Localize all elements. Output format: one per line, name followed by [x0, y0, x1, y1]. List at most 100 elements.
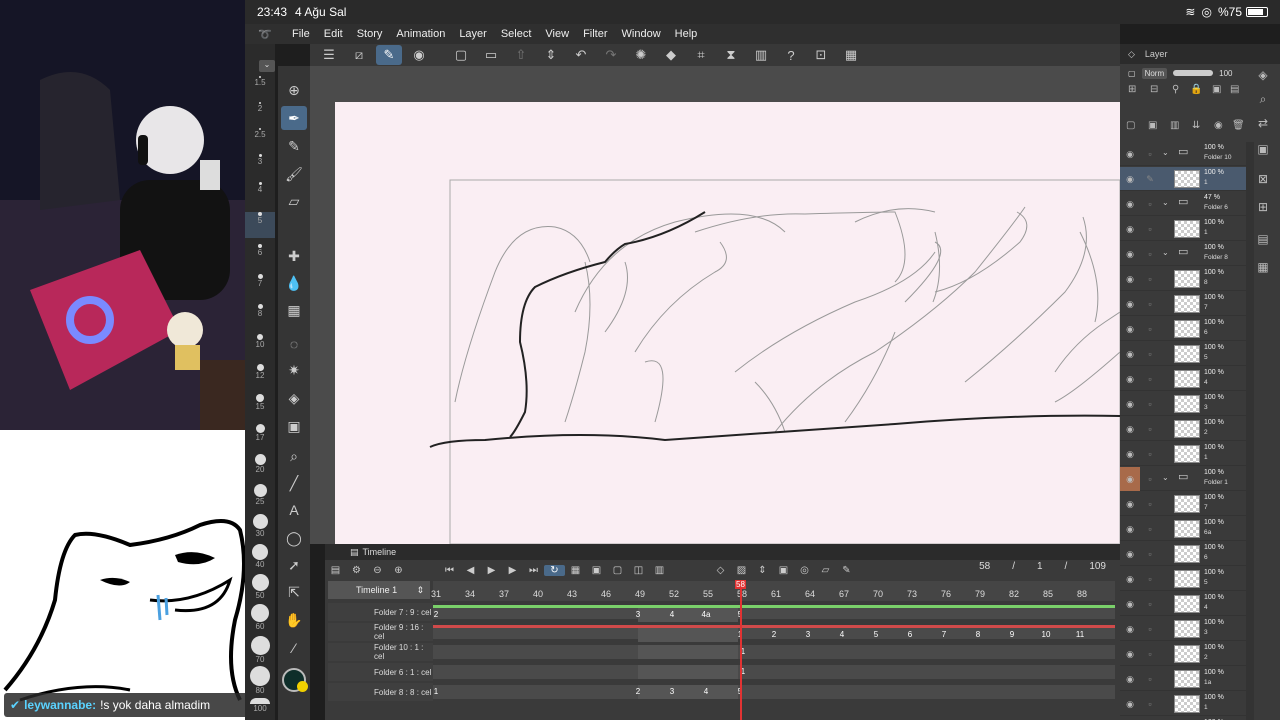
brush-size-50[interactable]: 50	[245, 574, 275, 600]
track-lane[interactable]: 1234567891011	[433, 625, 1115, 642]
lock-toggle-icon[interactable]: ▫	[1140, 542, 1160, 566]
lock-toggle-icon[interactable]: ▫	[1140, 192, 1160, 216]
cel-label[interactable]: 3	[806, 630, 810, 639]
menu-filter[interactable]: Filter	[576, 28, 614, 40]
eye-icon[interactable]: ◉	[1120, 217, 1140, 241]
color-icon[interactable]: ▤	[1230, 84, 1239, 95]
prev-frame-icon[interactable]: ◀	[460, 565, 481, 576]
menu-animation[interactable]: Animation	[389, 28, 452, 40]
lock-toggle-icon[interactable]: ▫	[1140, 417, 1160, 441]
lock-toggle-icon[interactable]: ▫	[1140, 292, 1160, 316]
chevron-down-icon[interactable]: ⌄	[259, 60, 275, 72]
play-icon[interactable]: ▶	[481, 565, 502, 576]
layer-row[interactable]: ◉ ▫ 100 % 7	[1120, 492, 1246, 516]
cel-label[interactable]: 2	[772, 630, 776, 639]
layer-row[interactable]: ◉ ▫ 100 % 2	[1120, 642, 1246, 666]
layer-folder-row[interactable]: ◉ ▫ ⌄ ▭ 100 % Folder 10	[1120, 142, 1246, 166]
menu-view[interactable]: View	[538, 28, 576, 40]
cel-label[interactable]: 2	[434, 610, 438, 619]
menu-help[interactable]: Help	[668, 28, 705, 40]
open-folder-icon[interactable]: ▭	[478, 45, 504, 65]
blend-icon[interactable]: 💧	[281, 271, 307, 295]
eye-icon[interactable]: ◉	[1120, 417, 1140, 441]
eye-icon[interactable]: ◉	[1120, 267, 1140, 291]
object-icon[interactable]: ⇱	[281, 580, 307, 604]
loop-icon[interactable]: ↻	[544, 564, 565, 576]
balloon-icon[interactable]: ◯	[281, 526, 307, 550]
reference-layer-icon[interactable]: ⚲	[1172, 84, 1179, 95]
layer-row[interactable]: ◉ ▫ 100 % 6a	[1120, 517, 1246, 541]
eraser-icon[interactable]: ▱	[281, 189, 307, 213]
chevron-down-icon[interactable]: ⌄	[1162, 198, 1169, 207]
layer-row[interactable]: ◉ ▫ 100 % 4	[1120, 367, 1246, 391]
sub-view-icon[interactable]: ⊠	[1254, 172, 1272, 190]
item-bank-icon[interactable]: ▤	[1254, 232, 1272, 250]
cel-label[interactable]: 2	[636, 687, 640, 696]
history-icon[interactable]: ▦	[1254, 260, 1272, 278]
edit-target-icon[interactable]: ✎	[1140, 167, 1160, 191]
track-label[interactable]: Folder 9 : 16 : cel	[328, 623, 433, 641]
lock-toggle-icon[interactable]: ▫	[1140, 342, 1160, 366]
redo-icon[interactable]: ↷	[598, 45, 624, 65]
new-raster-icon[interactable]: ▢	[1126, 120, 1135, 131]
layer-row[interactable]: ◉ ▫ 100 % 1	[1120, 442, 1246, 466]
brush-size-25[interactable]: 25	[245, 484, 275, 506]
layer-row[interactable]: ◉ ▫ 100 % 3	[1120, 392, 1246, 416]
lock-toggle-icon[interactable]: ▫	[1140, 217, 1160, 241]
brush-size-12[interactable]: 12	[245, 364, 275, 380]
layer-row[interactable]: ◉ ▫ 100 % 4	[1120, 592, 1246, 616]
layer-mask-add-icon[interactable]: ◉	[1214, 120, 1223, 131]
zoom-out-icon[interactable]: ⊖	[367, 565, 388, 576]
eye-icon[interactable]: ◉	[1120, 617, 1140, 641]
menu-file[interactable]: File	[285, 28, 317, 40]
layers-icon[interactable]: ◇	[1128, 49, 1135, 60]
layer-row[interactable]: ◉ ▫ 100 % 2	[1120, 417, 1246, 441]
pencil-icon[interactable]: ✎	[281, 134, 307, 158]
ease-icon[interactable]: ◎	[794, 565, 815, 576]
menu-edit[interactable]: Edit	[317, 28, 350, 40]
track-lane[interactable]: 2344a5	[433, 605, 1115, 622]
eye-icon[interactable]: ◉	[1120, 342, 1140, 366]
fit-page-icon[interactable]: ▥	[748, 45, 774, 65]
lock-toggle-icon[interactable]: ▫	[1140, 442, 1160, 466]
brush-size-30[interactable]: 30	[245, 514, 275, 538]
pen-icon[interactable]: ✒	[281, 106, 307, 130]
decoration-icon[interactable]: ✚	[281, 244, 307, 268]
chevron-down-icon[interactable]: ⌄	[1162, 473, 1169, 482]
new-animation-folder-icon[interactable]: ▦	[565, 565, 586, 576]
delete-keyframe-icon[interactable]: ▨	[731, 565, 752, 576]
sketch-drawing[interactable]	[335, 102, 1120, 544]
eye-icon[interactable]: ◉	[1120, 242, 1140, 266]
lock-icon[interactable]: 🔒	[1190, 84, 1202, 95]
app-logo-icon[interactable]: ➰	[245, 28, 285, 41]
eye-icon[interactable]: ◉	[1120, 442, 1140, 466]
layer-mask-icon[interactable]: ▢	[1128, 69, 1136, 78]
track-label[interactable]: Folder 7 : 9 : cel	[328, 603, 433, 621]
brush-size-7[interactable]: 7	[245, 274, 275, 288]
brush-icon[interactable]: 🖌	[281, 162, 307, 186]
eye-icon[interactable]: ◉	[1120, 392, 1140, 416]
timeline-track[interactable]: Folder 9 : 16 : cel1234567891011	[328, 623, 1115, 642]
pen-mode-icon[interactable]: ✎	[376, 45, 402, 65]
timeline-selector[interactable]: Timeline 1 ⇕	[328, 581, 430, 599]
cel-label[interactable]: 8	[976, 630, 980, 639]
new-folder-icon[interactable]: ▥	[1170, 120, 1179, 131]
menu-select[interactable]: Select	[494, 28, 539, 40]
eye-icon[interactable]: ◉	[1120, 167, 1140, 191]
new-cel-icon[interactable]: ▣	[586, 565, 607, 576]
lock-toggle-icon[interactable]: ▫	[1140, 517, 1160, 541]
eye-icon[interactable]: ◉	[1120, 542, 1140, 566]
brush-size-4[interactable]: 4	[245, 182, 275, 194]
next-frame-icon[interactable]: ▶	[502, 565, 523, 576]
frame-ruler[interactable]: 31 34 37 40 43 46 49 52 55 58 61 64 67 70 73 76 79 82 85 88	[431, 581, 1115, 601]
new-vector-icon[interactable]: ▣	[1148, 120, 1157, 131]
lock-toggle-icon[interactable]: ▫	[1140, 317, 1160, 341]
brush-size-20[interactable]: 20	[245, 454, 275, 474]
menu-window[interactable]: Window	[615, 28, 668, 40]
lock-toggle-icon[interactable]: ▫	[1140, 567, 1160, 591]
brush-size-8[interactable]: 8	[245, 304, 275, 318]
text-icon[interactable]: A	[281, 498, 307, 522]
eye-icon[interactable]: ◉	[1120, 642, 1140, 666]
new-file-icon[interactable]: ▢	[448, 45, 474, 65]
menu-story[interactable]: Story	[350, 28, 390, 40]
